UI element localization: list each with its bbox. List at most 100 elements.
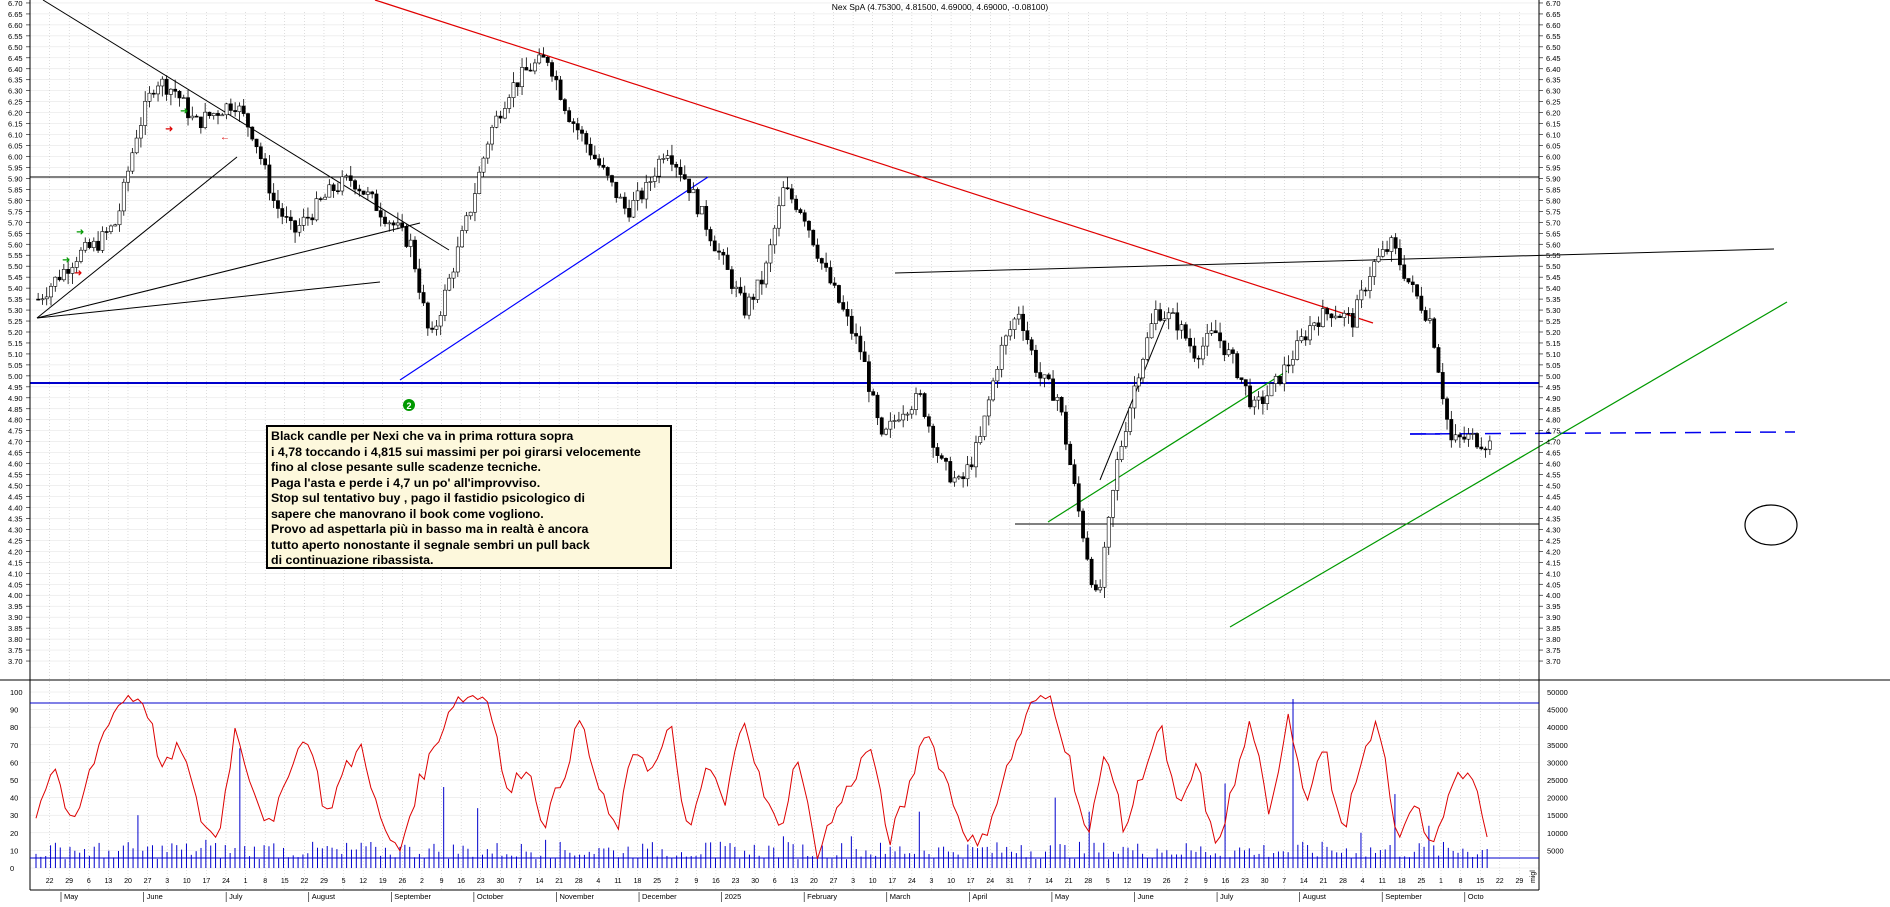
candle-body bbox=[1462, 436, 1467, 440]
candle-body bbox=[1008, 329, 1013, 337]
day-label: 27 bbox=[830, 878, 838, 885]
day-label: 31 bbox=[1006, 878, 1014, 885]
time-axis-months: May June July August September October Novembe… bbox=[60, 892, 1484, 902]
candle-body bbox=[789, 188, 794, 200]
candle-body bbox=[879, 417, 884, 435]
candle-body bbox=[421, 292, 426, 304]
candle-body bbox=[896, 419, 901, 422]
oscillator-tick-label: 70 bbox=[10, 741, 18, 750]
candle-body bbox=[1136, 377, 1141, 387]
candle-body bbox=[100, 231, 105, 251]
candle-body bbox=[113, 224, 118, 227]
candle-body bbox=[1299, 336, 1304, 342]
month-label: July bbox=[1220, 892, 1234, 901]
day-label: 30 bbox=[496, 878, 504, 885]
price-tick-label: 5.95 bbox=[8, 163, 23, 172]
candle-body bbox=[1128, 407, 1133, 432]
day-label: 3 bbox=[851, 878, 855, 885]
candle-body bbox=[1171, 312, 1175, 315]
candle-body bbox=[875, 394, 880, 419]
candle-body bbox=[751, 296, 756, 300]
candle-body bbox=[798, 209, 803, 214]
candle-body bbox=[597, 158, 602, 166]
candle-body bbox=[1085, 537, 1090, 560]
candle-body bbox=[49, 285, 53, 298]
candle-body bbox=[160, 78, 165, 87]
day-label: 9 bbox=[440, 878, 444, 885]
candle-body bbox=[53, 276, 58, 287]
day-label: 4 bbox=[1361, 878, 1365, 885]
candle-body bbox=[104, 231, 109, 233]
day-label: 26 bbox=[1163, 878, 1171, 885]
candle-body bbox=[198, 116, 203, 129]
day-label: 13 bbox=[104, 878, 112, 885]
note-line: Stop sul tentativo buy , pago il fastidi… bbox=[271, 491, 585, 505]
candle-body bbox=[87, 242, 92, 248]
price-tick-label: 5.50 bbox=[8, 262, 23, 271]
candle-body bbox=[635, 190, 640, 201]
price-tick-label: 6.55 bbox=[8, 32, 23, 41]
day-label: 14 bbox=[1045, 878, 1053, 885]
price-tick-label: 5.70 bbox=[8, 218, 23, 227]
price-tick-label: 4.85 bbox=[8, 405, 23, 414]
price-tick-label: 3.90 bbox=[8, 613, 23, 622]
price-tick-label: 4.70 bbox=[1546, 438, 1561, 447]
candle-body bbox=[811, 229, 816, 246]
price-tick-label: 6.60 bbox=[1546, 21, 1561, 30]
candle-body bbox=[1098, 586, 1103, 591]
candle-body bbox=[485, 143, 490, 159]
green-arrow-icon: ➜ bbox=[76, 227, 84, 238]
candle-body bbox=[854, 333, 858, 337]
candle-body bbox=[1342, 312, 1347, 318]
candle-body bbox=[1483, 448, 1488, 451]
candle-body bbox=[1393, 237, 1398, 249]
candle-body bbox=[665, 155, 670, 159]
candle-body bbox=[1239, 377, 1244, 380]
candle-body bbox=[1449, 419, 1454, 441]
candle-body bbox=[494, 115, 499, 128]
volume-tick-label: 20000 bbox=[1547, 794, 1568, 803]
price-tick-label: 6.15 bbox=[1546, 120, 1561, 129]
candle-body bbox=[451, 271, 456, 279]
candle-body bbox=[1475, 433, 1479, 448]
price-tick-label: 5.80 bbox=[8, 196, 23, 205]
price-tick-label: 6.30 bbox=[8, 87, 23, 96]
candle-body bbox=[1149, 323, 1154, 339]
candle-body bbox=[1218, 332, 1222, 342]
month-label: June bbox=[147, 892, 163, 901]
price-tick-label: 3.70 bbox=[8, 657, 23, 666]
candle-body bbox=[1162, 318, 1167, 321]
candle-body bbox=[961, 476, 966, 480]
price-tick-label: 5.00 bbox=[1546, 372, 1561, 381]
day-label: 22 bbox=[300, 878, 308, 885]
price-tick-label: 4.10 bbox=[8, 569, 23, 578]
price-tick-label: 4.45 bbox=[1546, 493, 1561, 502]
candle-body bbox=[956, 476, 961, 479]
candle-body bbox=[768, 244, 773, 264]
day-label: 22 bbox=[1496, 878, 1504, 885]
candle-body bbox=[567, 110, 572, 122]
day-label: 7 bbox=[518, 878, 522, 885]
month-label: May bbox=[1055, 892, 1069, 901]
volume-tick-label: 30000 bbox=[1547, 758, 1568, 767]
candle-body bbox=[1419, 295, 1424, 311]
candle-body bbox=[1320, 308, 1325, 327]
candle-body bbox=[999, 344, 1004, 370]
price-tick-label: 4.50 bbox=[1546, 482, 1561, 491]
candle-body bbox=[1312, 322, 1317, 327]
candle-body bbox=[939, 455, 944, 459]
candle-body bbox=[610, 175, 614, 183]
candle-body bbox=[220, 114, 225, 117]
candle-body bbox=[336, 190, 340, 192]
candle-body bbox=[404, 226, 409, 247]
day-label: 19 bbox=[379, 878, 387, 885]
day-label: 2 bbox=[675, 878, 679, 885]
candle-body bbox=[361, 190, 366, 195]
candle-body bbox=[1368, 276, 1372, 291]
candle-body bbox=[455, 246, 460, 273]
candle-body bbox=[327, 184, 332, 198]
day-label: 7 bbox=[1282, 878, 1286, 885]
candle-body bbox=[1034, 349, 1038, 373]
day-label: 23 bbox=[732, 878, 740, 885]
candle-body bbox=[365, 191, 370, 195]
